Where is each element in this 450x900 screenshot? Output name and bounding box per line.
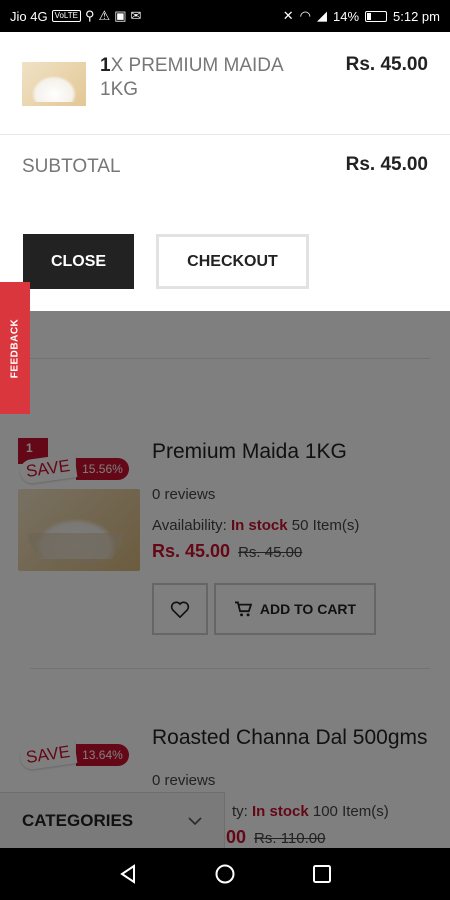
close-button[interactable]: CLOSE (23, 234, 134, 289)
mail-icon: ✉ (130, 8, 142, 23)
status-bar: Jio 4G VoLTE ⚲ ⚠ ▣ ✉ ✕ ◠ ◢ 14% 5:12 pm (0, 0, 450, 32)
cart-item-qty: 1 (100, 55, 111, 76)
home-icon[interactable] (214, 863, 236, 885)
battery-icon (365, 10, 388, 22)
back-icon[interactable] (117, 863, 139, 885)
modal-backdrop[interactable] (0, 311, 450, 848)
cart-item-image (22, 62, 86, 106)
divider (0, 134, 450, 135)
feedback-tab[interactable]: FEEDBACK (0, 282, 30, 414)
usb-icon: ⚲ (85, 8, 95, 23)
cart-item-name[interactable]: 1X PREMIUM MAIDA 1KG (100, 54, 320, 102)
signal-icon: ◢ (316, 8, 327, 23)
mini-cart-panel: 1X PREMIUM MAIDA 1KG Rs. 45.00 SUBTOTAL … (0, 32, 450, 311)
battery-percent: 14% (332, 8, 360, 24)
cart-item-price: Rs. 45.00 (345, 54, 428, 75)
checkout-button[interactable]: CHECKOUT (156, 234, 309, 289)
wifi-icon: ◠ (299, 8, 311, 23)
subtotal-label: SUBTOTAL (22, 156, 121, 177)
navigation-bar (0, 848, 450, 900)
volte-badge: VoLTE (51, 10, 81, 22)
warning-icon: ⚠ (98, 8, 111, 23)
carrier-label: Jio 4G (10, 8, 48, 24)
image-icon: ▣ (114, 8, 127, 23)
cart-item-title: X PREMIUM MAIDA 1KG (100, 55, 283, 100)
recents-icon[interactable] (311, 863, 333, 885)
mute-icon: ✕ (282, 8, 294, 23)
subtotal-value: Rs. 45.00 (345, 154, 428, 175)
clock: 5:12 pm (393, 8, 440, 24)
feedback-label: FEEDBACK (9, 318, 21, 378)
